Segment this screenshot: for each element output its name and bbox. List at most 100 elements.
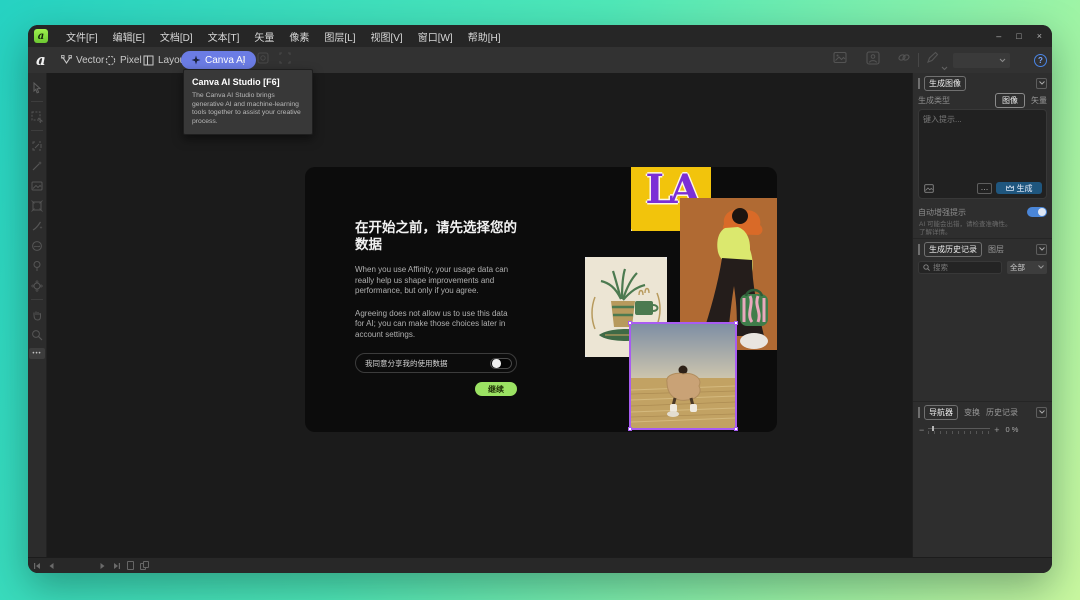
first-page-icon[interactable] xyxy=(33,562,41,570)
zoom-tool-icon[interactable] xyxy=(31,328,43,340)
tab-layers[interactable]: 图层 xyxy=(988,244,1004,255)
export-image-icon[interactable] xyxy=(833,51,847,69)
auto-enhance-label: 自动增强提示 xyxy=(918,207,966,218)
auto-enhance-toggle[interactable] xyxy=(1027,207,1047,217)
history-search[interactable] xyxy=(918,261,1002,274)
prompt-options-button[interactable]: … xyxy=(977,183,992,194)
tab-history[interactable]: 历史记录 xyxy=(986,407,1018,418)
collapse-generate-button[interactable] xyxy=(1036,78,1047,89)
pixel-persona-button[interactable]: Pixel xyxy=(105,51,142,69)
sparkle-icon xyxy=(191,55,201,65)
zoom-value: 0 % xyxy=(1006,425,1019,434)
layout-icon xyxy=(143,55,154,66)
menu-layer[interactable]: 图层[L] xyxy=(324,29,355,44)
zoom-control: − + 0 % xyxy=(919,425,1048,434)
crown-icon xyxy=(1006,185,1014,191)
rail-divider xyxy=(31,101,43,102)
menu-window[interactable]: 窗口[W] xyxy=(418,29,453,44)
minimize-button[interactable]: – xyxy=(996,31,1001,41)
close-button[interactable]: × xyxy=(1037,31,1042,41)
consent-row: 我同意分享我的使用数据 xyxy=(355,353,517,373)
frame-tool-icon[interactable] xyxy=(31,199,43,211)
vector-persona-button[interactable]: Vector xyxy=(61,51,104,69)
single-page-icon[interactable] xyxy=(127,561,134,570)
fill-tool-icon[interactable] xyxy=(31,239,43,251)
rail-divider xyxy=(31,130,43,131)
continue-button[interactable]: 继续 xyxy=(475,382,517,396)
app-logo-icon: a xyxy=(34,29,48,43)
menu-vector[interactable]: 矢量 xyxy=(254,29,274,44)
rail-more-button[interactable]: ••• xyxy=(29,348,45,359)
toolbar-separator xyxy=(918,53,919,67)
tab-generation-history[interactable]: 生成历史记录 xyxy=(924,242,982,257)
shape-tool-icon[interactable] xyxy=(31,279,43,291)
hand-tool-icon[interactable] xyxy=(31,308,43,320)
account-icon[interactable] xyxy=(866,51,880,70)
previous-page-icon[interactable] xyxy=(47,562,55,570)
zoom-slider-knob[interactable] xyxy=(932,426,934,431)
last-page-icon[interactable] xyxy=(113,562,121,570)
transform-tool-icon[interactable] xyxy=(31,139,43,151)
zoom-slider[interactable] xyxy=(928,426,990,434)
image-tool-icon[interactable] xyxy=(31,179,43,191)
toolbar-overflow-button[interactable]: ⋮ xyxy=(238,54,250,67)
add-image-icon[interactable] xyxy=(924,184,934,193)
data-consent-dialog: 在开始之前，请先选择您的 数据 When you use Affinity, y… xyxy=(305,167,777,432)
type-image-button[interactable]: 图像 xyxy=(995,93,1025,108)
collapse-navigator-button[interactable] xyxy=(1036,407,1047,418)
ai-brush-tool-icon[interactable] xyxy=(31,219,43,231)
all-pages-icon[interactable] xyxy=(140,561,149,570)
dialog-paragraph-1: When you use Affinity, your usage data c… xyxy=(355,265,517,297)
menu-edit[interactable]: 编辑[E] xyxy=(113,29,145,44)
history-filter-value: 全部 xyxy=(1010,262,1025,273)
maximize-button[interactable]: □ xyxy=(1016,31,1021,41)
canva-ai-tooltip: Canva AI Studio [F6] The Canva AI Studio… xyxy=(183,69,313,135)
vector-icon xyxy=(61,55,72,66)
collapse-history-button[interactable] xyxy=(1036,244,1047,255)
move-tool-icon[interactable] xyxy=(31,81,43,93)
history-filter-dropdown[interactable]: 全部 xyxy=(1007,261,1047,274)
style-pen-icon[interactable] xyxy=(926,51,939,69)
link-icon[interactable] xyxy=(897,51,911,69)
vector-persona-label: Vector xyxy=(76,55,104,66)
navigator-section-header: 导航器 变换 历史记录 xyxy=(913,405,1052,419)
window-controls: – □ × xyxy=(996,31,1042,41)
type-vector-button[interactable]: 矢量 xyxy=(1031,95,1047,106)
tab-navigator[interactable]: 导航器 xyxy=(924,405,958,420)
generate-button-label: 生成 xyxy=(1017,183,1033,194)
search-icon xyxy=(923,264,930,271)
dialog-paragraph-2: Agreeing does not allow us to use this d… xyxy=(355,309,517,341)
panel-divider xyxy=(913,238,1052,239)
magic-wand-tool-icon[interactable] xyxy=(31,159,43,171)
ai-disclaimer: AI 可能会出错，请检查准确性。 了解详情。 xyxy=(919,221,1046,237)
select-bounds-icon[interactable] xyxy=(278,51,292,70)
place-tool-icon[interactable] xyxy=(31,259,43,271)
snapshot-icon[interactable] xyxy=(256,51,270,70)
history-search-input[interactable] xyxy=(933,263,993,272)
menu-view[interactable]: 视图[V] xyxy=(370,29,402,44)
generation-type-row: 生成类型 图像 矢量 xyxy=(913,94,1052,107)
chevron-down-icon xyxy=(1039,81,1045,85)
preset-dropdown[interactable] xyxy=(953,53,1010,68)
menu-help[interactable]: 帮助[H] xyxy=(468,29,501,44)
consent-toggle[interactable] xyxy=(490,358,512,369)
marquee-select-tool-icon[interactable] xyxy=(31,110,43,122)
menu-document[interactable]: 文档[D] xyxy=(160,29,193,44)
right-panel: 生成图像 生成类型 图像 矢量 … 生成 自动增强提示 xyxy=(912,73,1052,557)
panel-drag-handle xyxy=(918,78,920,89)
tab-transform[interactable]: 变换 xyxy=(964,407,980,418)
pixel-persona-label: Pixel xyxy=(120,55,142,66)
generate-button[interactable]: 生成 xyxy=(996,182,1042,194)
menu-text[interactable]: 文本[T] xyxy=(208,29,240,44)
tool-rail: ••• xyxy=(28,73,47,557)
document-canvas[interactable]: 在开始之前，请先选择您的 数据 When you use Affinity, y… xyxy=(47,73,912,557)
menu-file[interactable]: 文件[F] xyxy=(66,29,98,44)
next-page-icon[interactable] xyxy=(99,562,107,570)
photo-artwork[interactable] xyxy=(629,322,737,430)
tab-generate-image[interactable]: 生成图像 xyxy=(924,76,966,91)
prompt-input[interactable] xyxy=(923,114,1042,180)
menu-pixel[interactable]: 像素 xyxy=(289,29,309,44)
help-button[interactable]: ? xyxy=(1034,54,1047,67)
rail-divider xyxy=(31,299,43,300)
tooltip-body: The Canva AI Studio brings generative AI… xyxy=(192,92,304,126)
